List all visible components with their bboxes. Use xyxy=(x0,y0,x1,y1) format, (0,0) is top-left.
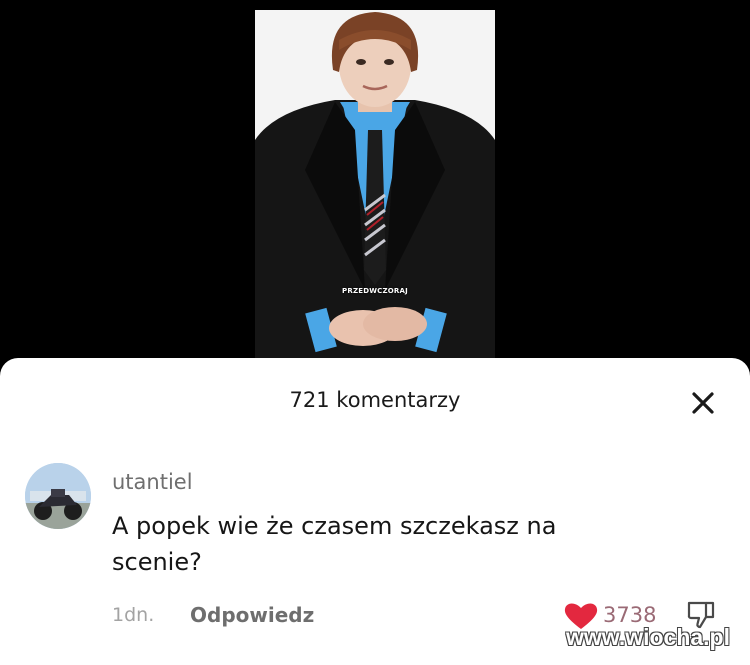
video-frame[interactable]: PRZEDWCZORAJ xyxy=(255,10,495,370)
comments-count-title: 721 komentarzy xyxy=(289,388,461,412)
comments-header: 721 komentarzy xyxy=(0,358,750,446)
avatar[interactable] xyxy=(25,463,91,529)
comment-text: A popek wie że czasem szczekasz na sceni… xyxy=(112,512,557,576)
motorcycle-avatar-image xyxy=(25,463,91,529)
comments-sheet: 721 komentarzy utantiel A popek wie że c… xyxy=(0,358,750,665)
video-area[interactable]: PRZEDWCZORAJ xyxy=(0,0,750,380)
video-overlay-text: PRZEDWCZORAJ xyxy=(342,287,408,295)
comment-username[interactable]: utantiel xyxy=(112,470,193,494)
presenter-image xyxy=(255,10,495,370)
close-icon xyxy=(692,392,714,414)
comment-time: 1dn. xyxy=(112,604,155,626)
close-button[interactable] xyxy=(686,386,720,420)
reply-button[interactable]: Odpowiedz xyxy=(190,603,314,627)
site-watermark: www.wiocha.pl xyxy=(566,624,730,650)
